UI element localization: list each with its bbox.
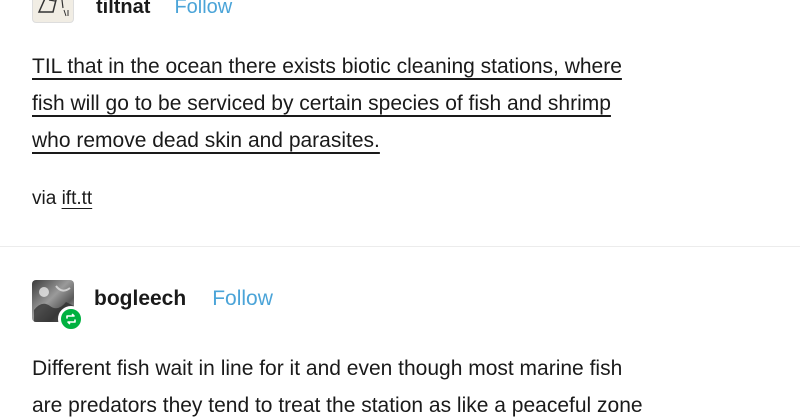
post-text-line: Different fish wait in line for it and e…: [32, 357, 623, 380]
post-link-text[interactable]: fish will go to be serviced by certain s…: [32, 92, 611, 115]
reblog-badge: [58, 306, 84, 332]
via-link[interactable]: ift.tt: [62, 188, 93, 209]
tumblr-post-thread: tiltnat Follow TIL that in the ocean the…: [0, 0, 800, 420]
post1-header: tiltnat Follow: [32, 0, 232, 23]
post-divider: [0, 246, 800, 247]
post-text-line: who remove dead skin and parasites.: [32, 122, 752, 159]
post-username[interactable]: bogleech: [94, 287, 186, 311]
avatar[interactable]: [32, 0, 74, 23]
post2-header: bogleech Follow: [32, 280, 273, 332]
follow-button[interactable]: Follow: [174, 0, 232, 19]
avatar-drawing: [37, 0, 69, 17]
via-source: via ift.tt: [32, 188, 92, 210]
avatar[interactable]: [32, 280, 84, 332]
post-text-line: are predators they tend to treat the sta…: [32, 394, 643, 417]
post-text-line: TIL that in the ocean there exists bioti…: [32, 48, 752, 85]
post2-body: Different fish wait in line for it and e…: [32, 350, 772, 420]
post-link-text[interactable]: TIL that in the ocean there exists bioti…: [32, 55, 622, 78]
post1-body: TIL that in the ocean there exists bioti…: [32, 48, 752, 159]
follow-button[interactable]: Follow: [212, 287, 273, 311]
via-label: via: [32, 188, 57, 209]
reblog-icon: [66, 313, 76, 325]
post-link-text[interactable]: who remove dead skin and parasites.: [32, 129, 380, 152]
post-text-line: fish will go to be serviced by certain s…: [32, 85, 752, 122]
post-username[interactable]: tiltnat: [96, 0, 150, 19]
